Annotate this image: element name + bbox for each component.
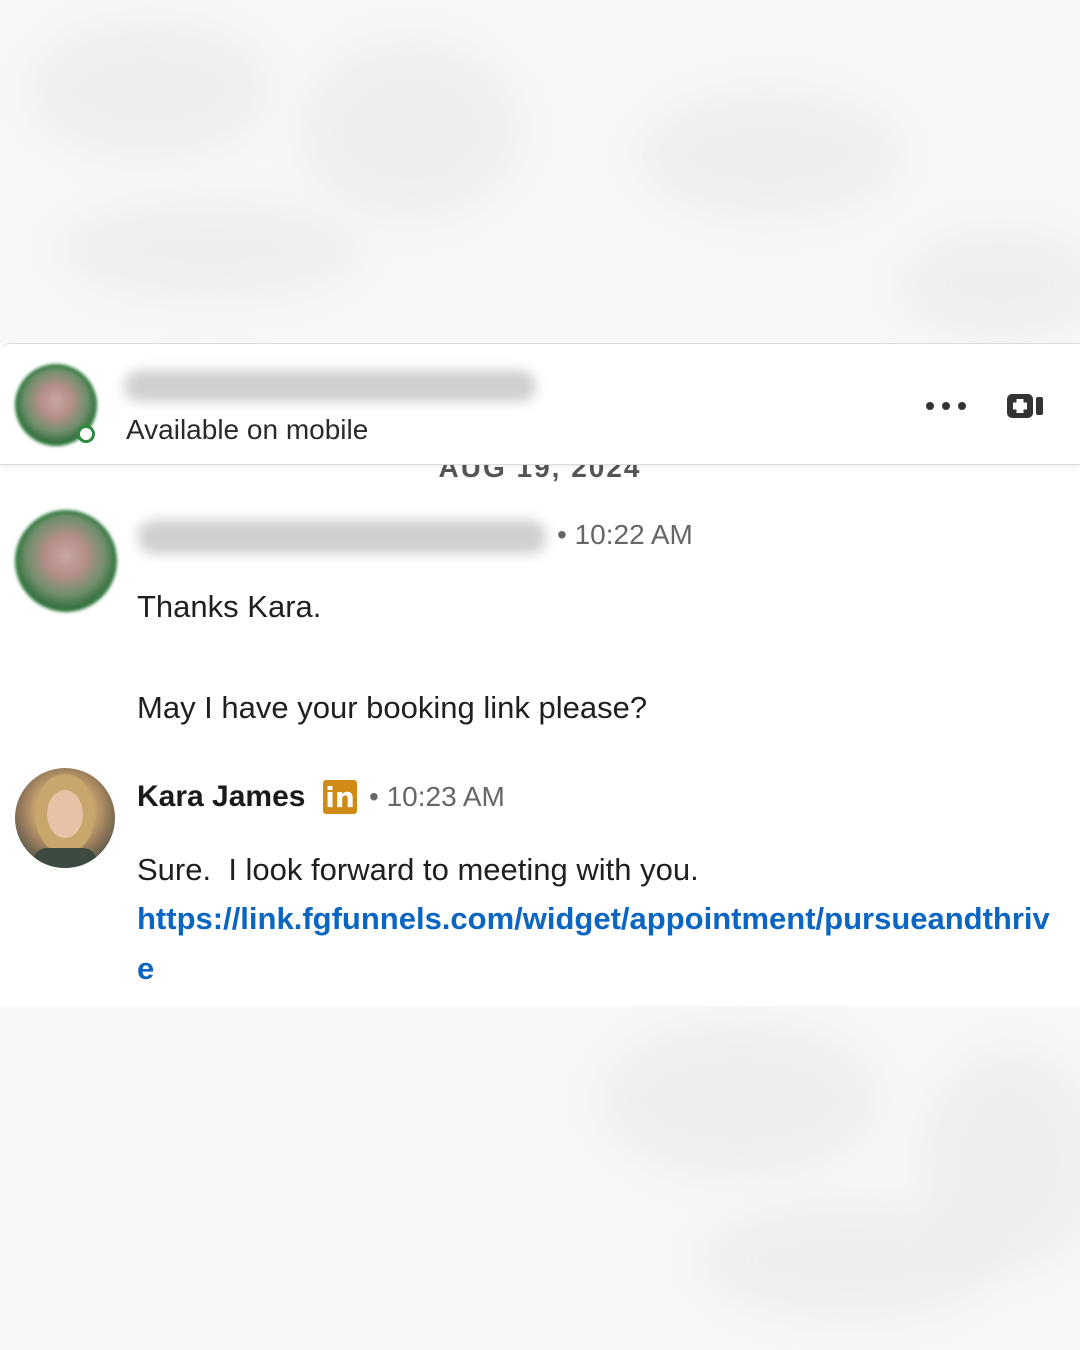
conversation-header: Available on mobile	[0, 343, 1080, 465]
message-timestamp: • 10:23 AM	[369, 781, 505, 812]
sender-name[interactable]: Kara James	[137, 780, 305, 814]
kara-avatar[interactable]	[15, 768, 115, 868]
booking-link[interactable]: https://link.fgfunnels.com/widget/appoin…	[137, 894, 1057, 994]
video-call-icon[interactable]	[1006, 392, 1044, 420]
online-status-icon	[77, 425, 95, 443]
more-options-icon[interactable]	[926, 394, 966, 418]
message-timestamp: • 10:22 AM	[557, 519, 693, 550]
sender-avatar[interactable]	[15, 510, 117, 612]
message-text: Sure. I look forward to meeting with you…	[137, 852, 699, 887]
conversation-panel: Available on mobile AUG 19, 2024 • 10:22…	[0, 343, 1080, 1006]
message-text: Thanks Kara.	[137, 589, 322, 624]
linkedin-icon: in	[323, 780, 357, 814]
sender-name[interactable]	[138, 520, 546, 554]
message-text: May I have your booking link please?	[137, 690, 648, 725]
profile-photo-icon	[33, 774, 97, 868]
contact-name[interactable]	[124, 370, 536, 402]
availability-status: Available on mobile	[126, 414, 369, 445]
